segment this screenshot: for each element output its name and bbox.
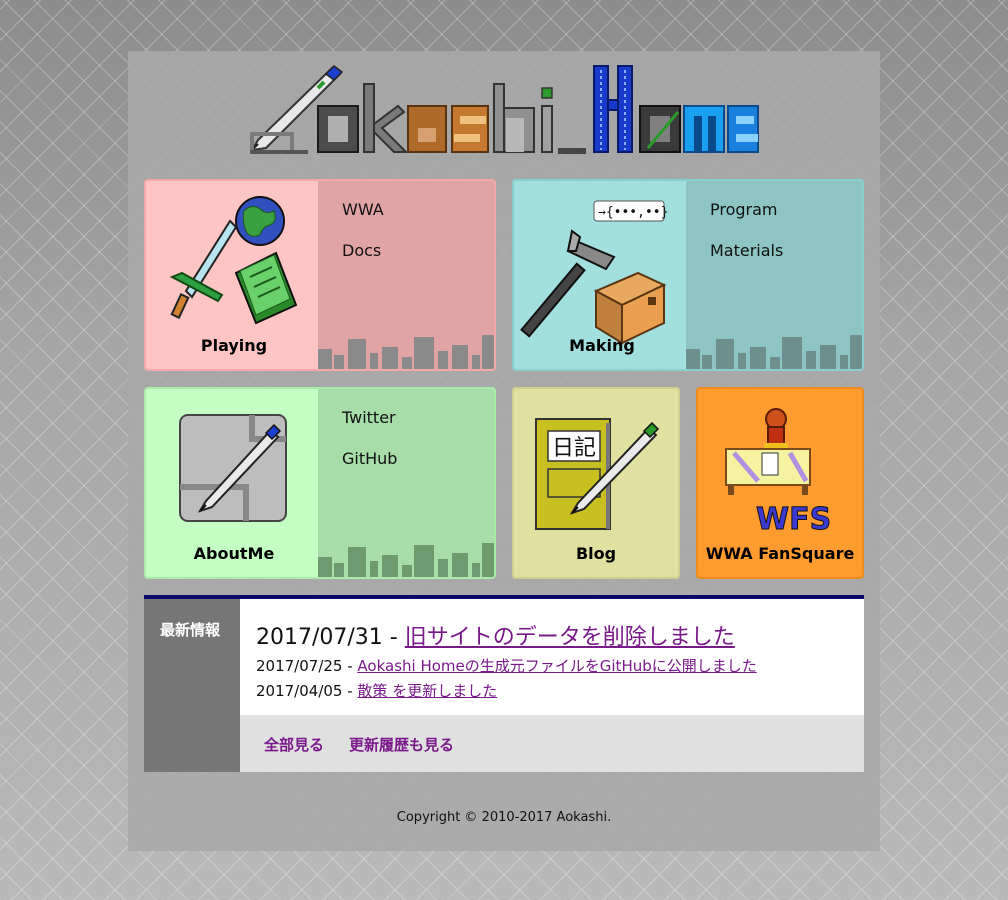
news-date: 2017/07/31 <box>256 625 383 650</box>
making-links: Program Materials <box>686 181 862 369</box>
globe-icon <box>235 196 285 246</box>
view-history-link[interactable]: 更新履歴も見る <box>349 734 454 755</box>
logo-building-icon <box>593 65 633 153</box>
card-wwa-fansquare[interactable]: WFS WWA FanSquare <box>696 387 864 579</box>
link-program[interactable]: Program <box>710 189 862 230</box>
view-all-link[interactable]: 全部見る <box>264 734 324 755</box>
aboutme-links: Twitter GitHub <box>318 389 494 577</box>
wfs-title[interactable]: WWA FanSquare <box>698 544 862 563</box>
copyright-text: Copyright © 2010-2017 Aokashi. <box>396 810 612 825</box>
card-blog[interactable]: 日記 Blog <box>512 387 680 579</box>
city-skyline-icon <box>318 543 494 577</box>
link-materials[interactable]: Materials <box>710 230 862 271</box>
news-link[interactable]: 旧サイトのデータを削除しました <box>405 625 735 650</box>
city-skyline-icon <box>318 335 494 369</box>
link-wwa[interactable]: WWA <box>342 189 494 230</box>
character-icon <box>764 408 788 449</box>
playing-links: WWA Docs <box>318 181 494 369</box>
card-playing[interactable]: Playing WWA Docs <box>144 179 496 371</box>
code-badge-icon: →{•••,••} <box>593 200 668 222</box>
aboutme-title[interactable]: AboutMe <box>146 544 322 563</box>
card-making[interactable]: →{•••,••} Making Program Materials <box>512 179 864 371</box>
logo-graphic <box>250 65 759 154</box>
news-link[interactable]: 散策 を更新しました <box>357 682 497 700</box>
news-item: 2017/07/31 - 旧サイトのデータを削除しました <box>256 625 735 650</box>
book-icon <box>234 251 298 325</box>
stall-icon <box>725 448 811 495</box>
card-aboutme[interactable]: AboutMe Twitter GitHub <box>144 387 496 579</box>
link-docs[interactable]: Docs <box>342 230 494 271</box>
news-item: 2017/04/05 - 散策 を更新しました <box>256 682 498 700</box>
news-section: 最新情報 2017/07/31 - 旧サイトのデータを削除しました 2017/0… <box>144 595 864 776</box>
code-badge-text: →{•••,••} <box>598 205 668 220</box>
blog-title[interactable]: Blog <box>514 544 678 563</box>
news-date: 2017/07/25 <box>256 657 343 675</box>
sword-icon <box>169 219 238 319</box>
news-footer: 全部見る 更新履歴も見る <box>240 715 864 772</box>
news-link[interactable]: Aokashi Homeの生成元ファイルをGitHubに公開しました <box>357 657 756 675</box>
site-logo[interactable] <box>248 62 760 158</box>
playing-title[interactable]: Playing <box>146 336 322 355</box>
wfs-logo-text: WFS <box>756 502 831 537</box>
diary-sign-text: 日記 <box>552 436 596 461</box>
news-date: 2017/04/05 <box>256 682 343 700</box>
news-list: 2017/07/31 - 旧サイトのデータを削除しました 2017/07/25 … <box>240 599 864 715</box>
box-icon <box>593 271 667 345</box>
link-twitter[interactable]: Twitter <box>342 397 494 438</box>
link-github[interactable]: GitHub <box>342 438 494 479</box>
city-skyline-icon <box>686 335 862 369</box>
news-sidebar: 最新情報 <box>144 599 240 772</box>
news-heading: 最新情報 <box>160 621 221 639</box>
news-item: 2017/07/25 - Aokashi Homeの生成元ファイルをGitHub… <box>256 657 757 675</box>
making-title[interactable]: Making <box>514 336 690 355</box>
